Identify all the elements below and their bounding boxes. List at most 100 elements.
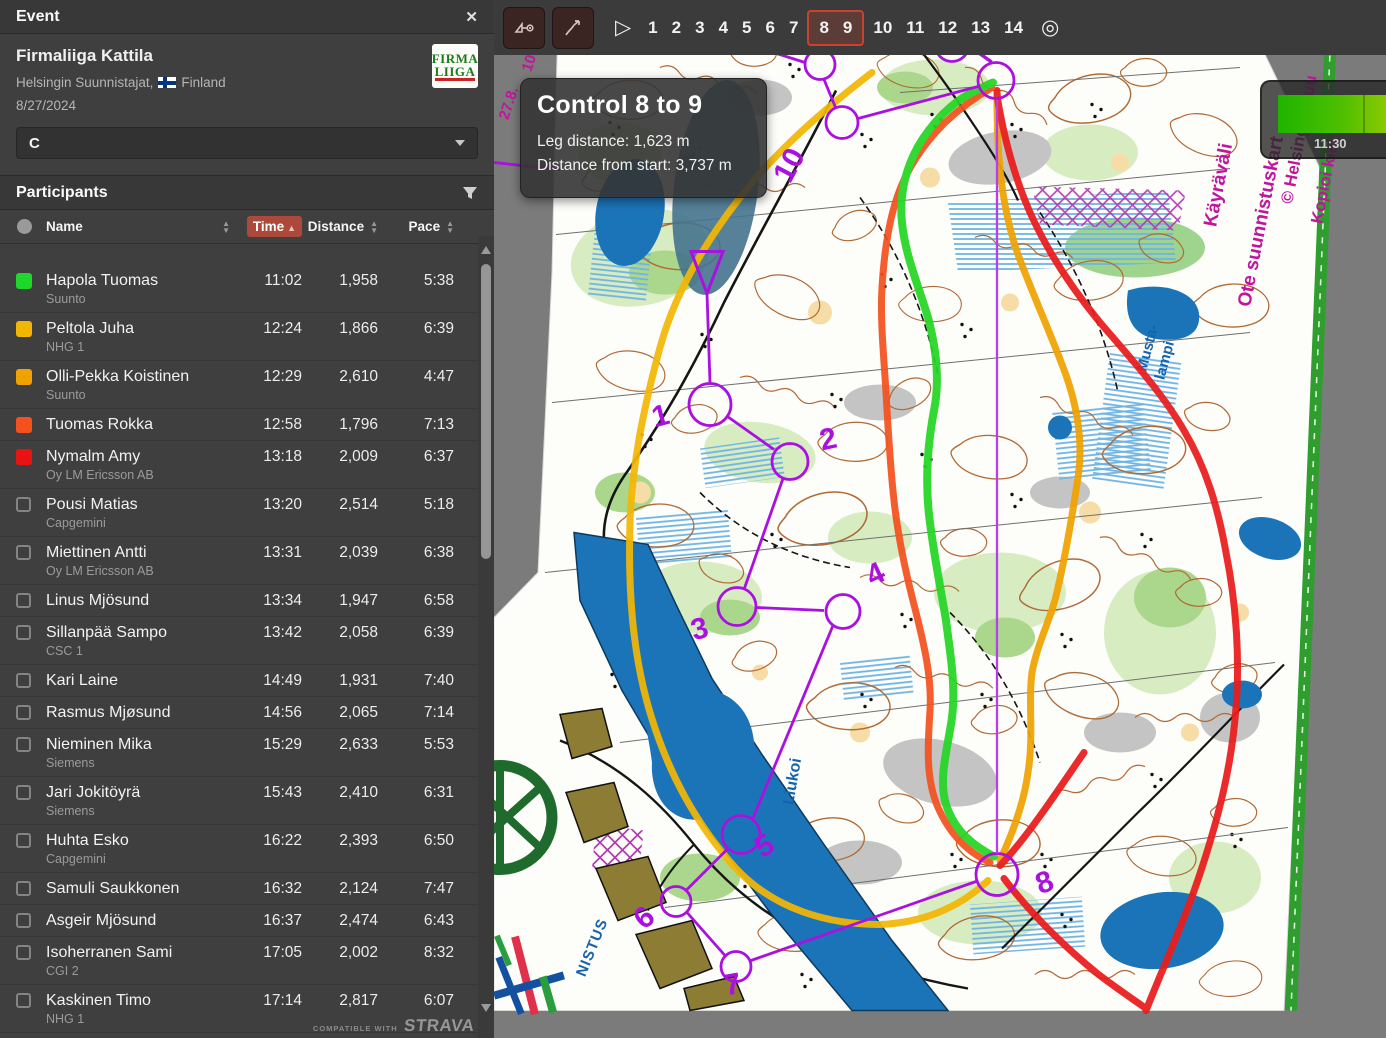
runner-checkbox[interactable]: [16, 833, 31, 848]
filter-icon[interactable]: [462, 186, 478, 200]
participant-row[interactable]: Sillanpää Sampo CSC 1 13:42 2,058 6:39: [0, 617, 478, 665]
runner-club: Capgemini: [46, 851, 240, 867]
runner-time: 17:05: [240, 942, 302, 963]
control-button-3[interactable]: 3: [688, 14, 711, 42]
runner-checkbox[interactable]: [16, 273, 32, 289]
runner-checkbox[interactable]: [16, 705, 31, 720]
runner-checkbox[interactable]: [16, 497, 31, 512]
leg-distance: Leg distance: 1,623 m: [537, 130, 750, 154]
runner-distance: 2,610: [302, 366, 378, 387]
close-icon[interactable]: ✕: [465, 8, 478, 26]
event-organizer: Helsingin Suunnistajat, Finland: [16, 75, 478, 90]
control-button-1[interactable]: 1: [641, 14, 664, 42]
participant-row[interactable]: Nymalm Amy Oy LM Ericsson AB 13:18 2,009…: [0, 441, 478, 489]
sort-asc-icon: ▲: [287, 223, 296, 233]
runner-checkbox[interactable]: [16, 993, 31, 1008]
participant-row[interactable]: Olli-Pekka Koistinen Suunto 12:29 2,610 …: [0, 361, 478, 409]
runner-name: Jari Jokitöyrä: [46, 782, 240, 803]
column-pace-label: Pace: [409, 219, 441, 234]
participant-row[interactable]: Kari Laine 14:49 1,931 7:40: [0, 665, 478, 697]
play-button[interactable]: ▷: [615, 15, 631, 40]
control-button-2[interactable]: 2: [665, 14, 688, 42]
scrollbar-thumb[interactable]: [481, 264, 491, 559]
runner-checkbox[interactable]: [16, 945, 31, 960]
runner-checkbox[interactable]: [16, 321, 32, 337]
compatible-with-text: COMPATIBLE WITH: [313, 1024, 398, 1033]
course-overlay-button[interactable]: [503, 7, 545, 49]
column-distance[interactable]: Distance▲▼: [302, 219, 378, 234]
scroll-down-icon[interactable]: [481, 1004, 491, 1012]
runner-time: 16:37: [240, 910, 302, 931]
runner-checkbox[interactable]: [16, 593, 31, 608]
app: Event ✕ Firmaliiga Kattila FIRMA LIIGA H…: [0, 0, 1386, 1038]
runner-time: 11:02: [240, 270, 302, 291]
logo-line2: LIIGA: [435, 65, 476, 81]
control-button-6[interactable]: 6: [759, 14, 782, 42]
runner-name: Linus Mjösund: [46, 590, 240, 611]
select-all-circle[interactable]: [17, 219, 32, 234]
participant-row[interactable]: Linus Mjösund 13:34 1,947 6:58: [0, 585, 478, 617]
runner-pace: 5:53: [378, 734, 454, 755]
runner-checkbox[interactable]: [16, 417, 32, 433]
participant-row[interactable]: Rasmus Mjøsund 14:56 2,065 7:14: [0, 697, 478, 729]
control-button-7[interactable]: 7: [782, 14, 805, 42]
runner-name: Pousi Matias: [46, 494, 240, 515]
participant-row[interactable]: Pousi Matias Capgemini 13:20 2,514 5:18: [0, 489, 478, 537]
participant-row[interactable]: Huhta Esko Capgemini 16:22 2,393 6:50: [0, 825, 478, 873]
participant-row[interactable]: Asgeir Mjösund 16:37 2,474 6:43: [0, 905, 478, 937]
runner-club: NHG 1: [46, 1011, 240, 1027]
runner-name: Samuli Saukkonen: [46, 878, 240, 899]
timeline-bar[interactable]: [1278, 95, 1386, 133]
course-select[interactable]: C: [16, 127, 478, 159]
organizer-text: Helsingin Suunnistajat,: [16, 75, 153, 90]
runner-pace: 6:38: [378, 542, 454, 563]
sort-icon: ▲▼: [222, 220, 230, 234]
control-button-14[interactable]: 14: [997, 14, 1030, 42]
control-button-11[interactable]: 11: [899, 14, 931, 42]
control-button-5[interactable]: 5: [735, 14, 758, 42]
runner-distance: 2,474: [302, 910, 378, 931]
participants-header: Participants: [0, 176, 494, 210]
control-button-4[interactable]: 4: [712, 14, 735, 42]
runner-checkbox[interactable]: [16, 913, 31, 928]
timeline-widget[interactable]: 11:30 1: [1260, 80, 1386, 159]
finish-button[interactable]: ◎: [1041, 15, 1059, 40]
runner-distance: 2,817: [302, 990, 378, 1011]
runner-checkbox[interactable]: [16, 449, 32, 465]
runner-distance: 2,065: [302, 702, 378, 723]
runner-checkbox[interactable]: [16, 545, 31, 560]
participants-scrollbar[interactable]: [478, 236, 494, 1038]
control-button-12[interactable]: 12: [931, 14, 964, 42]
runner-club: CSC 1: [46, 643, 240, 659]
scroll-up-icon[interactable]: [481, 246, 491, 254]
participant-row[interactable]: Jari Jokitöyrä Siemens 15:43 2,410 6:31: [0, 777, 478, 825]
timeline-time: 11:30: [1314, 136, 1347, 151]
participant-row[interactable]: Peltola Juha NHG 1 12:24 1,866 6:39: [0, 313, 478, 361]
sidebar: Event ✕ Firmaliiga Kattila FIRMA LIIGA H…: [0, 0, 494, 1038]
participant-row[interactable]: Samuli Saukkonen 16:32 2,124 7:47: [0, 873, 478, 905]
control-button-8[interactable]: 8: [812, 14, 835, 42]
firmaliiga-logo: FIRMA LIIGA: [432, 44, 478, 88]
routes-toggle-button[interactable]: [552, 7, 594, 49]
participant-row[interactable]: Isoherranen Sami CGI 2 17:05 2,002 8:32: [0, 937, 478, 985]
runner-pace: 5:38: [378, 270, 454, 291]
runner-checkbox[interactable]: [16, 673, 31, 688]
runner-checkbox[interactable]: [16, 737, 31, 752]
event-date: 8/27/2024: [16, 98, 478, 113]
column-time[interactable]: Time▲: [247, 216, 302, 237]
column-name[interactable]: Name ▲▼: [46, 219, 240, 234]
control-button-9[interactable]: 9: [836, 14, 859, 42]
participant-row[interactable]: Tuomas Rokka 12:58 1,796 7:13: [0, 409, 478, 441]
runner-checkbox[interactable]: [16, 369, 32, 385]
column-pace[interactable]: Pace▲▼: [378, 219, 454, 234]
participant-row[interactable]: Hapola Tuomas Suunto 11:02 1,958 5:38: [0, 265, 478, 313]
control-button-13[interactable]: 13: [964, 14, 997, 42]
participant-row[interactable]: Miettinen Antti Oy LM Ericsson AB 13:31 …: [0, 537, 478, 585]
runner-checkbox[interactable]: [16, 881, 31, 896]
runner-club: NHG 1: [46, 339, 240, 355]
participant-row[interactable]: Nieminen Mika Siemens 15:29 2,633 5:53: [0, 729, 478, 777]
runner-checkbox[interactable]: [16, 625, 31, 640]
runner-checkbox[interactable]: [16, 785, 31, 800]
control-button-10[interactable]: 10: [866, 14, 899, 42]
runner-time: 13:31: [240, 542, 302, 563]
